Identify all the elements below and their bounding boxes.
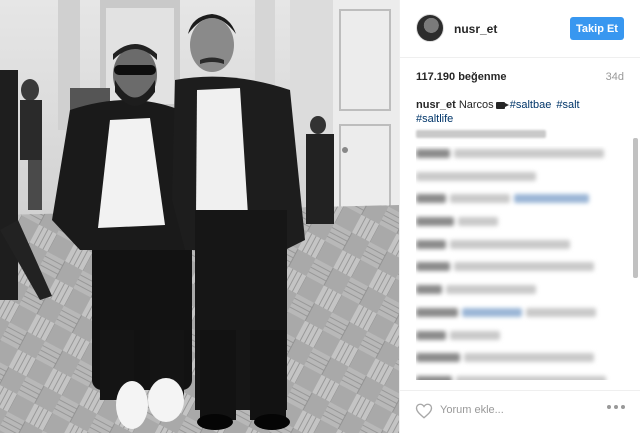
hashtag-link[interactable]: #saltbae: [510, 99, 552, 111]
post-header: nusr_et Takip Et: [400, 0, 640, 58]
photo-illustration: [0, 0, 399, 433]
comment-input[interactable]: [440, 404, 580, 416]
list-item: [416, 237, 616, 251]
post-actions: [400, 390, 640, 434]
comment-list-blurred: [416, 146, 616, 380]
follow-button[interactable]: Takip Et: [570, 17, 624, 40]
username-link[interactable]: nusr_et: [454, 22, 497, 36]
caption-username[interactable]: nusr_et: [416, 99, 456, 111]
comments-scrollbar[interactable]: [633, 108, 638, 380]
list-item: [416, 191, 616, 205]
post-photo[interactable]: [0, 0, 399, 433]
list-item: [416, 282, 616, 296]
avatar[interactable]: [416, 14, 444, 42]
caption-text: Narcos: [458, 99, 494, 111]
load-more-comments-blurred[interactable]: [416, 130, 546, 138]
post-details-panel: nusr_et Takip Et 117.190 beğenme 34d nus…: [399, 0, 640, 433]
list-item: [416, 146, 616, 160]
heart-icon[interactable]: [415, 402, 433, 420]
list-item: [416, 169, 616, 183]
post-age: 34d: [605, 71, 624, 83]
hashtag-link[interactable]: #salt: [556, 99, 579, 111]
list-item: [416, 328, 616, 342]
video-camera-icon: [495, 101, 509, 109]
more-options-icon[interactable]: [607, 405, 625, 409]
hashtag-link[interactable]: #saltlife: [416, 113, 453, 125]
list-item: [416, 214, 616, 228]
list-item: [416, 373, 616, 380]
list-item: [416, 350, 616, 364]
list-item: [416, 305, 616, 319]
list-item: [416, 259, 616, 273]
post-caption: nusr_et Narcos #saltbae #salt #saltlife: [416, 98, 616, 126]
like-count[interactable]: 117.190 beğenme: [416, 71, 507, 83]
